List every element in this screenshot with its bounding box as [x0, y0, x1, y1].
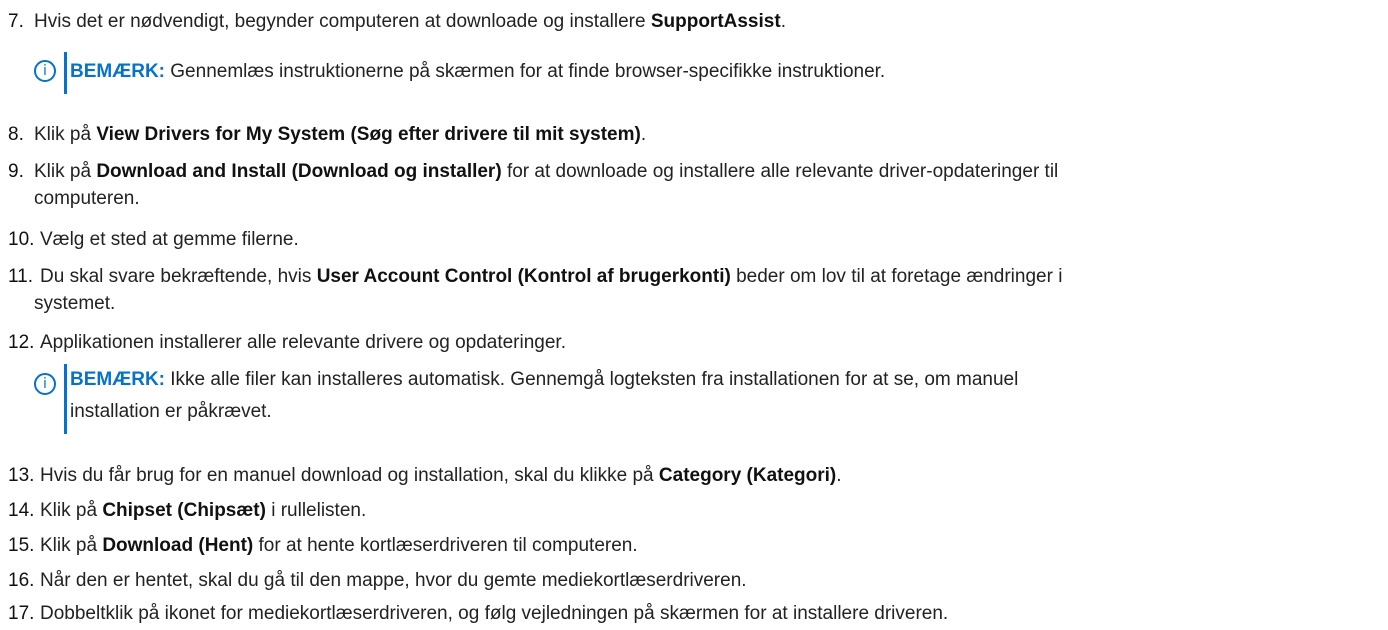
step-text-end: i rullelisten. — [265, 500, 367, 521]
note-label: BEMÆRK: — [70, 369, 165, 390]
step-text-end: for at hente kortlæserdriveren til compu… — [253, 535, 638, 556]
step-text-end: for at downloade og installere alle rele… — [501, 161, 1059, 182]
step-bold: Download (Hent) — [102, 535, 254, 556]
note-text: BEMÆRK: Ikke alle filer kan installeres … — [70, 364, 1270, 428]
step-continuation: systemet. — [34, 293, 116, 314]
step-text: Når den er hentet, skal du gå til den ma… — [40, 570, 747, 591]
note-text: BEMÆRK: Gennemlæs instruktionerne på skæ… — [70, 56, 1270, 88]
step-bold: Chipset (Chipsæt) — [102, 500, 266, 521]
note-bar — [64, 52, 67, 94]
step-text: Klik på — [40, 500, 103, 521]
note-label: BEMÆRK: — [70, 61, 165, 82]
note-2: i BEMÆRK: Ikke alle filer kan installere… — [32, 364, 1372, 434]
step-bold: Download and Install (Download og instal… — [96, 161, 502, 182]
step-text-end: . — [780, 11, 786, 32]
step-10: 10. Vælg et sted at gemme filerne. — [8, 226, 1378, 253]
step-number: 10. — [8, 229, 35, 250]
info-icon: i — [34, 373, 56, 395]
step-bold: User Account Control (Kontrol af brugerk… — [316, 266, 731, 287]
step-text: Dobbeltklik på ikonet for mediekortlæser… — [40, 603, 949, 624]
note-line-2: installation er påkrævet. — [70, 401, 272, 422]
step-number: 12. — [8, 332, 35, 353]
step-text-end: . — [640, 124, 647, 145]
info-icon: i — [34, 60, 56, 82]
step-bold: SupportAssist — [650, 11, 781, 32]
note-line-1: Gennemlæs instruktionerne på skærmen for… — [165, 61, 886, 82]
step-text-end: beder om lov til at foretage ændringer i — [730, 266, 1063, 287]
step-bold: Category (Kategori) — [658, 465, 837, 486]
step-text: Hvis du får brug for en manuel download … — [40, 465, 659, 486]
step-text: Hvis det er nødvendigt, begynder compute… — [34, 11, 651, 32]
note-line-1: Ikke alle filer kan installeres automati… — [165, 369, 1019, 390]
step-number: 11. — [8, 266, 34, 287]
step-number: 14. — [8, 500, 35, 521]
step-17: 17. Dobbeltklik på ikonet for mediekortlæ… — [8, 600, 1378, 627]
step-number: 8. — [8, 124, 24, 145]
step-number: 15. — [8, 535, 35, 556]
note-bar — [64, 364, 67, 434]
step-12: 12. Applikationen installerer alle releva… — [8, 329, 1378, 356]
step-16: 16. Når den er hentet, skal du gå til den… — [8, 567, 1378, 594]
step-15: 15. Klik på Download (Hent) for at hente … — [8, 532, 1378, 559]
step-13: 13. Hvis du får brug for en manuel downlo… — [8, 462, 1378, 489]
step-text: Vælg et sted at gemme filerne. — [40, 229, 299, 250]
step-text: Klik på — [34, 124, 97, 145]
step-14: 14. Klik på Chipset (Chipsæt) i rullelist… — [8, 497, 1378, 524]
step-number: 17. — [8, 603, 35, 624]
step-number: 16. — [8, 570, 35, 591]
step-8: 8. Klik på View Drivers for My System (Sø… — [8, 121, 1378, 148]
step-text-end: . — [836, 465, 842, 486]
step-9: 9. Klik på Download and Install (Download… — [8, 158, 1378, 212]
step-bold: View Drivers for My System (Søg efter dr… — [96, 124, 641, 145]
step-11: 11. Du skal svare bekræftende, hvis User … — [8, 263, 1378, 317]
step-number: 7. — [8, 11, 24, 32]
step-text: Klik på — [40, 535, 103, 556]
step-number: 13. — [8, 465, 35, 486]
step-7: 7. Hvis det er nødvendigt, begynder compu… — [8, 8, 1378, 35]
step-text: Applikationen installerer alle relevante… — [40, 332, 566, 353]
note-1: i BEMÆRK: Gennemlæs instruktionerne på s… — [32, 52, 1372, 94]
step-text: Klik på — [34, 161, 97, 182]
step-number: 9. — [8, 161, 24, 182]
step-text: Du skal svare bekræftende, hvis — [40, 266, 317, 287]
step-continuation: computeren. — [34, 188, 140, 209]
